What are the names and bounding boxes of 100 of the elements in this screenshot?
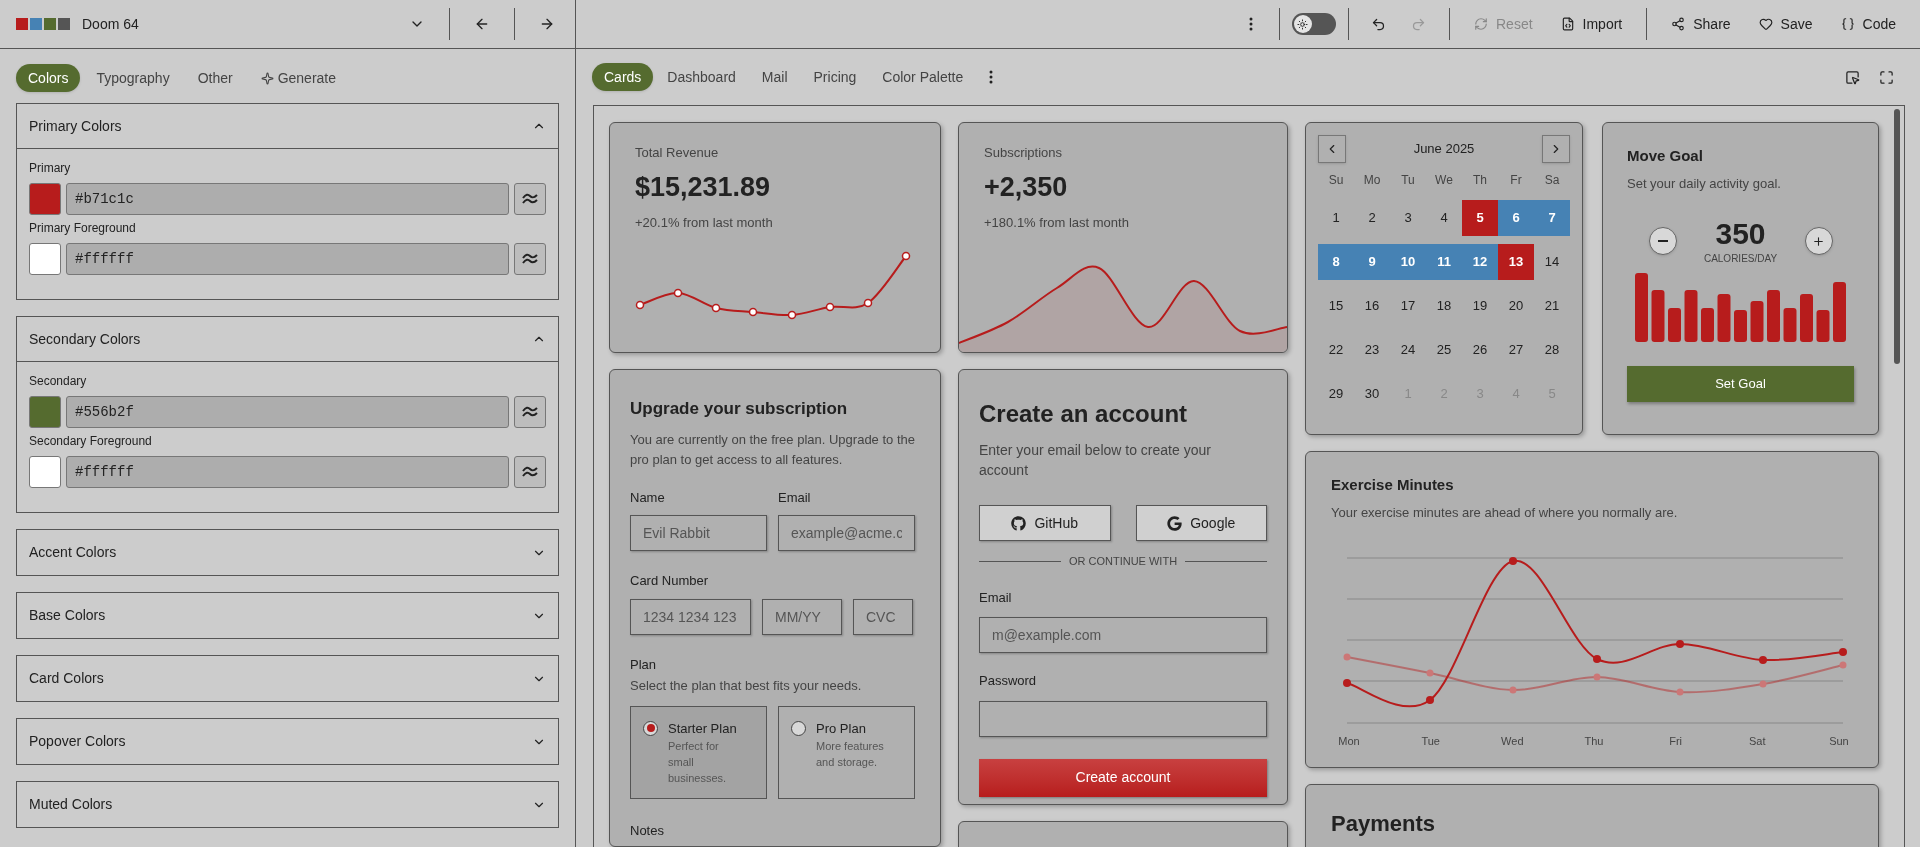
axis-label: Tue [1420,734,1441,749]
preview-tab[interactable]: Cards [592,63,654,91]
decrease-button[interactable] [1648,227,1677,255]
field-label: Secondary Foreground [29,433,153,450]
tailwind-color-button[interactable] [514,183,546,215]
calendar-day[interactable]: 8 [1318,244,1354,280]
subscriptions-value: +2,350 [983,170,1069,204]
calendar-day[interactable]: 28 [1534,332,1570,368]
calendar-day[interactable]: 14 [1534,244,1570,280]
color-swatch[interactable] [29,243,61,275]
toolbar-button[interactable]: Code [1828,8,1908,40]
theme-name: Doom 64 [82,14,139,34]
goal-unit: CALORIES/DAY [1703,252,1778,266]
increase-button[interactable] [1804,227,1833,255]
calendar-day[interactable]: 4 [1426,200,1462,236]
average-point [1759,680,1767,688]
tailwind-color-button[interactable] [514,396,546,428]
plan-option[interactable]: Pro Plan More features and storage. [778,705,915,799]
exercise-point [1839,648,1847,656]
calendar-day[interactable]: 18 [1426,288,1462,324]
weekday-label: Fr [1509,172,1523,189]
plus-icon [1812,234,1825,248]
name-input[interactable]: Evil Rabbit [630,515,767,551]
undo-icon [1371,16,1387,32]
calendar-day[interactable]: 7 [1534,200,1570,236]
preview-tab[interactable]: Color Palette [870,63,976,91]
radio-button[interactable] [791,720,806,736]
calendar-day[interactable]: 23 [1354,332,1390,368]
field-label: Password [979,672,1038,690]
email-input[interactable]: m@example.com [979,617,1267,653]
section-header[interactable]: Primary Colors [17,104,558,149]
section-header[interactable]: Popover Colors [17,719,558,764]
calendar-day[interactable]: 27 [1498,332,1534,368]
data-point [863,298,873,307]
calendar-day[interactable]: 19 [1462,288,1498,324]
card-label: Total Revenue [635,144,720,162]
calendar-day[interactable]: 10 [1390,244,1426,280]
data-point [901,251,911,260]
preview-tab[interactable]: Dashboard [655,63,748,91]
editor-tab[interactable]: Other [185,64,245,92]
color-input[interactable]: #ffffff [66,456,509,488]
editor-tab[interactable]: Typography [84,64,182,92]
preview-tab[interactable]: Mail [749,63,800,91]
color-swatch[interactable] [29,183,61,215]
section-header[interactable]: Accent Colors [17,530,558,575]
calendar-day[interactable]: 16 [1354,288,1390,324]
toolbar-button[interactable]: Save [1746,8,1825,40]
color-input[interactable]: #b71c1c [66,183,509,215]
password-input[interactable] [979,700,1267,737]
calendar-day[interactable]: 30 [1354,376,1390,412]
calendar-day[interactable]: 6 [1498,200,1534,236]
goal-bar [1717,294,1730,342]
calendar-day[interactable]: 3 [1390,200,1426,236]
section-header[interactable]: Card Colors [17,656,558,701]
calendar-day[interactable]: 24 [1390,332,1426,368]
color-input[interactable]: #ffffff [66,243,509,275]
section-header[interactable]: Base Colors [17,593,558,638]
expiry-input[interactable]: MM/YY [762,598,842,635]
calendar-day[interactable]: 25 [1426,332,1462,368]
preview-tab[interactable]: Pricing [801,63,869,91]
plan-option[interactable]: Starter Plan Perfect for small businesses. [630,705,767,799]
section-header[interactable]: Secondary Colors [17,317,558,362]
exercise-point [1759,656,1767,664]
tailwind-color-button[interactable] [514,456,546,488]
cvc-input[interactable]: CVC [853,598,913,635]
data-point [748,307,758,316]
calendar-day[interactable]: 15 [1318,288,1354,324]
calendar-day[interactable]: 11 [1426,244,1462,280]
provider-button[interactable]: Google [1135,505,1267,541]
provider-button[interactable]: GitHub [979,505,1111,541]
color-swatch[interactable] [29,396,61,428]
set-goal-button[interactable]: Set Goal [1627,366,1854,402]
wave-icon [522,406,538,418]
average-point [1426,669,1434,677]
calendar-day[interactable]: 22 [1318,332,1354,368]
calendar-day[interactable]: 29 [1318,376,1354,412]
tailwind-color-button[interactable] [514,243,546,275]
theme-toggle[interactable] [1292,13,1336,35]
toolbar-button[interactable]: Import [1548,8,1635,40]
radio-button[interactable] [643,720,658,736]
card-number-input[interactable]: 1234 1234 123 [630,598,751,635]
calendar-day[interactable]: 9 [1354,244,1390,280]
scrollbar-thumb[interactable] [1894,109,1900,364]
field-label: Card Number [630,572,710,590]
editor-tab[interactable]: Generate [248,64,349,92]
toolbar-button[interactable]: Share [1659,8,1743,40]
editor-tab[interactable]: Colors [16,64,81,92]
calendar-day[interactable]: 13 [1498,244,1534,280]
calendar-day[interactable]: 1 [1318,200,1354,236]
section-header[interactable]: Muted Colors [17,782,558,827]
calendar-day[interactable]: 17 [1390,288,1426,324]
color-input[interactable]: #556b2f [66,396,509,428]
calendar-day[interactable]: 26 [1462,332,1498,368]
create-account-button[interactable]: Create account [979,758,1267,797]
color-swatch[interactable] [29,456,61,488]
calendar-day[interactable]: 12 [1462,244,1498,280]
calendar-day[interactable]: 5 [1462,200,1498,236]
calendar-day[interactable]: 2 [1354,200,1390,236]
calendar-day[interactable]: 20 [1498,288,1534,324]
calendar-day[interactable]: 21 [1534,288,1570,324]
